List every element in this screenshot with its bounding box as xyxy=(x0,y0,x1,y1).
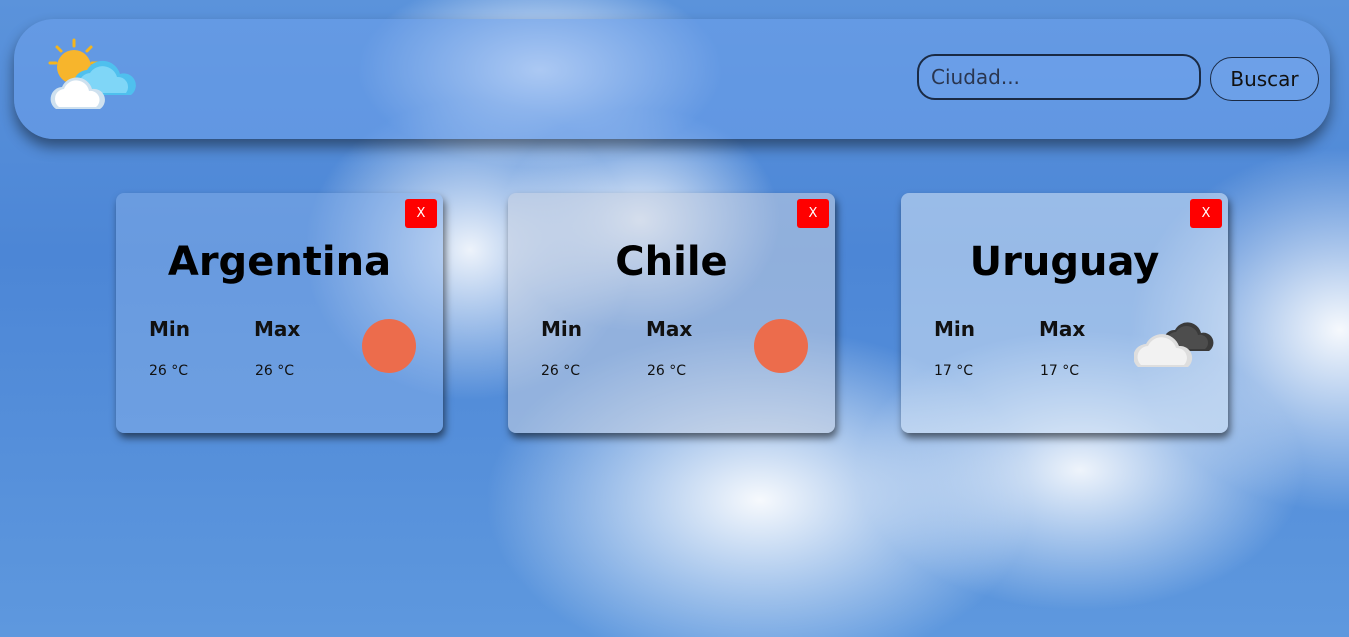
min-label: Min xyxy=(149,317,190,341)
partly-cloudy-logo-icon xyxy=(48,38,136,109)
top-bar: Buscar xyxy=(14,19,1330,139)
max-temperature: 26 °C xyxy=(647,363,687,379)
close-card-button[interactable]: X xyxy=(405,199,437,228)
weather-card-argentina: X Argentina Min Max 26 °C 26 °C xyxy=(116,193,443,433)
sun-icon xyxy=(754,319,808,373)
max-label: Max xyxy=(646,317,693,341)
min-label: Min xyxy=(934,317,975,341)
min-temperature: 17 °C xyxy=(934,363,974,379)
sun-icon xyxy=(362,319,416,373)
min-temperature: 26 °C xyxy=(149,363,189,379)
min-label: Min xyxy=(541,317,582,341)
max-label: Max xyxy=(254,317,301,341)
city-name: Chile xyxy=(615,239,728,285)
min-temperature: 26 °C xyxy=(541,363,581,379)
city-name: Uruguay xyxy=(969,239,1160,285)
dark-cloud-icon xyxy=(1134,322,1214,367)
weather-card-uruguay: X Uruguay Min Max 17 °C 17 °C xyxy=(901,193,1228,433)
city-search-input[interactable] xyxy=(917,54,1201,100)
search-button[interactable]: Buscar xyxy=(1210,57,1319,101)
weather-card-chile: X Chile Min Max 26 °C 26 °C xyxy=(508,193,835,433)
close-card-button[interactable]: X xyxy=(797,199,829,228)
city-name: Argentina xyxy=(167,239,392,285)
max-temperature: 26 °C xyxy=(255,363,295,379)
close-card-button[interactable]: X xyxy=(1190,199,1222,228)
max-label: Max xyxy=(1039,317,1086,341)
max-temperature: 17 °C xyxy=(1040,363,1080,379)
